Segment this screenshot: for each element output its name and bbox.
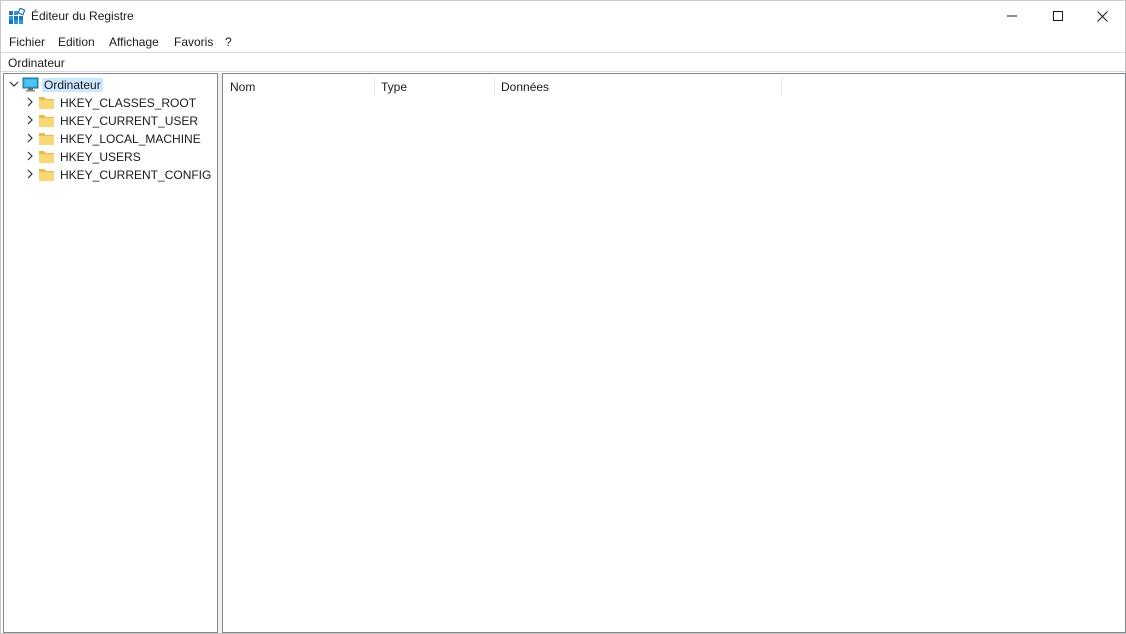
address-bar[interactable]: Ordinateur [1,52,1125,72]
column-label: Données [501,80,550,94]
registry-editor-window: Éditeur du Registre Fichier Edition Affi… [0,0,1126,634]
tree-label-ordinateur: Ordinateur [42,78,103,92]
menu-affichage[interactable]: Affichage [109,35,159,49]
folder-icon [39,151,54,163]
folder-icon [39,97,54,109]
list-header: Nom Type Données [223,74,1125,98]
tree-label: HKEY_CURRENT_CONFIG [60,168,212,182]
minimize-icon [1007,15,1017,17]
chevron-right-icon[interactable] [25,151,35,161]
tree-item-hkey-current-user[interactable]: HKEY_CURRENT_USER [4,112,216,130]
chevron-down-icon[interactable] [9,79,19,89]
tree-item-hkey-users[interactable]: HKEY_USERS [4,148,216,166]
folder-icon [39,133,54,145]
tree-label: HKEY_CURRENT_USER [60,114,199,128]
close-button[interactable] [1079,1,1125,31]
column-label: Nom [230,80,256,94]
column-label: Type [381,80,408,94]
tree-item-hkey-classes-root[interactable]: HKEY_CLASSES_ROOT [4,94,216,112]
column-header-donnees[interactable]: Données [495,74,782,98]
tree-item-hkey-current-config[interactable]: HKEY_CURRENT_CONFIG [4,166,216,184]
close-icon [1096,10,1108,22]
column-header-nom[interactable]: Nom [223,74,375,98]
minimize-button[interactable] [989,1,1035,31]
menu-favoris[interactable]: Favoris [174,35,213,49]
chevron-right-icon[interactable] [25,169,35,179]
maximize-button[interactable] [1035,1,1081,31]
chevron-right-icon[interactable] [25,133,35,143]
column-divider[interactable] [781,78,782,96]
computer-icon [22,77,39,92]
tree-label: HKEY_USERS [60,150,141,164]
menu-bar: Fichier Edition Affichage Favoris ? [1,32,1125,52]
column-header-type[interactable]: Type [375,74,495,98]
tree-item-ordinateur[interactable]: Ordinateur [4,76,216,94]
folder-icon [39,169,54,181]
chevron-right-icon[interactable] [25,97,35,107]
menu-help[interactable]: ? [225,35,232,49]
tree-item-hkey-local-machine[interactable]: HKEY_LOCAL_MACHINE [4,130,216,148]
menu-edition[interactable]: Edition [58,35,95,49]
menu-fichier[interactable]: Fichier [9,35,45,49]
chevron-right-icon[interactable] [25,115,35,125]
tree-label: HKEY_LOCAL_MACHINE [60,132,201,146]
tree-label: HKEY_CLASSES_ROOT [60,96,197,110]
maximize-icon [1053,11,1063,21]
folder-icon [39,115,54,127]
address-path[interactable]: Ordinateur [8,56,65,70]
values-list-pane[interactable]: Nom Type Données [222,73,1126,633]
title-bar[interactable]: Éditeur du Registre [1,1,1125,31]
tree-pane[interactable]: Ordinateur HKEY_CLASSES_ROOT HKEY_CURREN… [3,73,218,633]
window-title: Éditeur du Registre [31,9,134,23]
registry-editor-app-icon [9,8,25,24]
